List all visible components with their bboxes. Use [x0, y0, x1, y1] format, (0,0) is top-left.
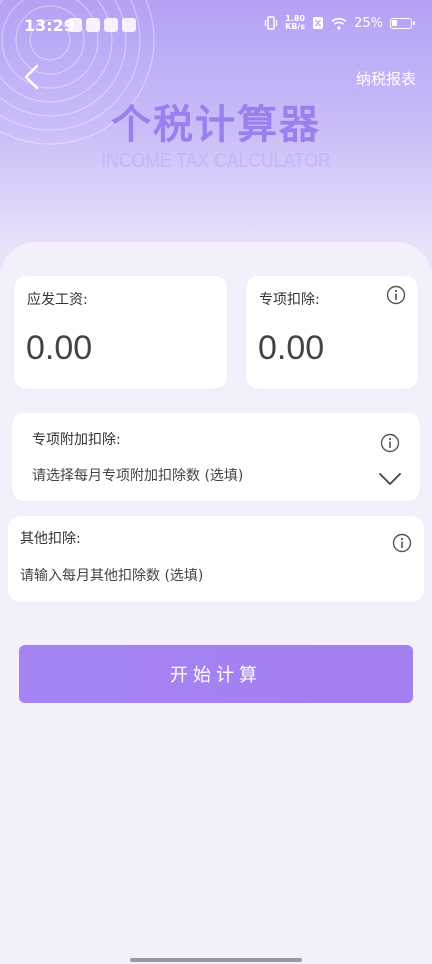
info-icon[interactable]: [386, 285, 406, 305]
chevron-down-icon[interactable]: [378, 472, 402, 486]
start-calculation-button[interactable]: 开始计算: [19, 645, 413, 703]
salary-label: 应发工资:: [27, 292, 88, 308]
app-notification-icon: [122, 18, 136, 32]
tax-report-link[interactable]: 纳税报表: [356, 68, 416, 89]
network-speed: 1.80 KB/s: [285, 14, 306, 31]
battery-icon: [390, 17, 415, 29]
app-notification-icon: [104, 18, 118, 32]
page-subtitle: INCOME TAX CALCULATOR: [101, 150, 331, 172]
status-bar: 13:29 1.80 KB/s 25%: [0, 0, 432, 52]
additional-deduction-label: 专项附加扣除:: [32, 432, 121, 448]
home-indicator[interactable]: [130, 958, 302, 962]
special-deduction-input[interactable]: 0.00: [258, 329, 324, 368]
salary-card[interactable]: 应发工资: 0.00: [14, 276, 227, 389]
additional-deduction-select[interactable]: 请选择每月专项附加扣除数 (选填): [32, 465, 243, 485]
wifi-icon: [331, 17, 347, 30]
status-right: 1.80 KB/s 25%: [264, 14, 415, 31]
special-deduction-label: 专项扣除:: [259, 292, 320, 308]
other-deduction-card[interactable]: 其他扣除: 请输入每月其他扣除数 (选填): [8, 516, 424, 602]
other-deduction-input[interactable]: 请输入每月其他扣除数 (选填): [20, 565, 203, 585]
battery-percent: 25%: [354, 15, 383, 31]
additional-deduction-card[interactable]: 专项附加扣除: 请选择每月专项附加扣除数 (选填): [12, 413, 420, 501]
app-notification-icon: [68, 18, 82, 32]
special-deduction-card[interactable]: 专项扣除: 0.00: [246, 276, 418, 389]
other-deduction-label: 其他扣除:: [20, 531, 81, 547]
page-title: 个税计算器: [111, 102, 321, 148]
app-notification-icon: [86, 18, 100, 32]
info-icon[interactable]: [392, 533, 412, 553]
sim-icon: [313, 17, 324, 29]
salary-input[interactable]: 0.00: [26, 329, 92, 368]
vibrate-icon: [264, 16, 278, 30]
notification-icons: [68, 18, 136, 32]
info-icon[interactable]: [380, 433, 400, 453]
back-button[interactable]: [18, 62, 46, 92]
